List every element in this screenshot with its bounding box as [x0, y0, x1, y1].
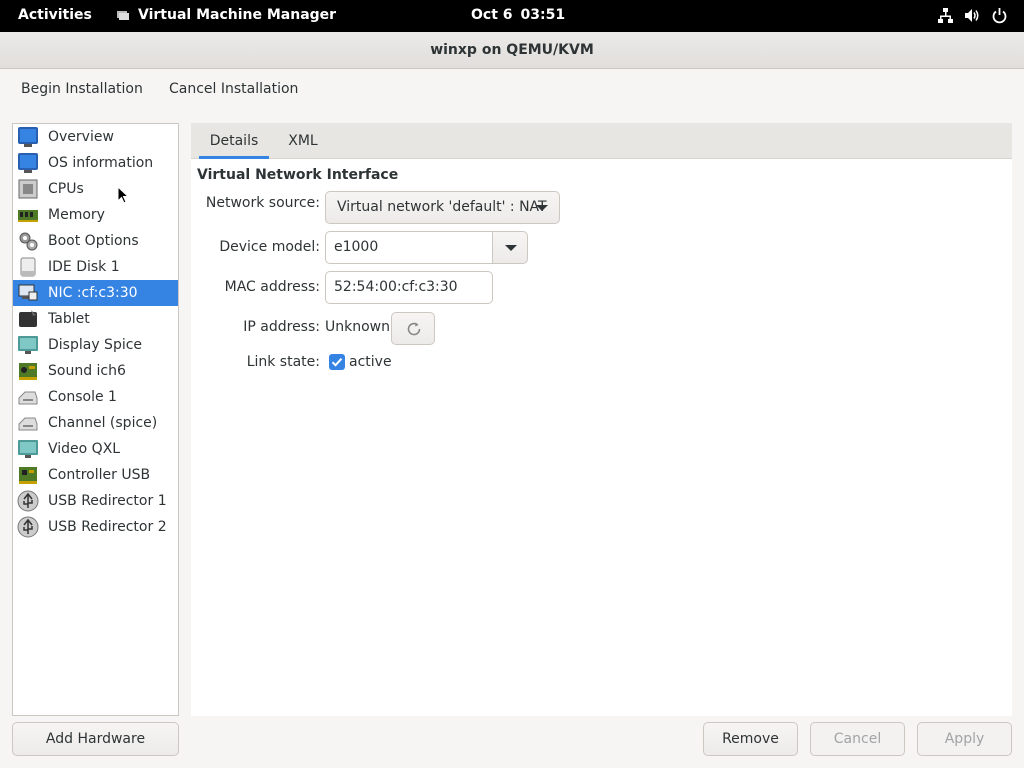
details-panel: Details XML Virtual Network Interface Ne… [191, 123, 1012, 716]
hardware-item-label: USB Redirector 1 [48, 493, 167, 509]
hardware-item-nic[interactable]: NIC :cf:c3:30 [13, 280, 178, 306]
hardware-item-label: Console 1 [48, 389, 117, 405]
controller-icon [17, 464, 39, 486]
hardware-item-label: Video QXL [48, 441, 121, 457]
hardware-item-memory[interactable]: Memory [13, 202, 178, 228]
window-title: winxp on QEMU/KVM [430, 42, 594, 58]
power-icon [991, 7, 1008, 24]
mac-address-label: MAC address: [224, 279, 320, 295]
device-model-dropdown-button[interactable] [492, 231, 528, 264]
disk-icon [17, 256, 39, 278]
hardware-item-cpus[interactable]: CPUs [13, 176, 178, 202]
hardware-item-overview[interactable]: Overview [13, 124, 178, 150]
cancel-installation-button[interactable]: Cancel Installation [169, 81, 298, 97]
hardware-item-boot-options[interactable]: Boot Options [13, 228, 178, 254]
device-model-label: Device model: [219, 239, 320, 255]
section-title: Virtual Network Interface [197, 167, 399, 183]
hardware-item-os-information[interactable]: OS information [13, 150, 178, 176]
hardware-item-label: CPUs [48, 181, 84, 197]
gears-icon [17, 230, 39, 252]
serial-icon [17, 412, 39, 434]
device-model-input[interactable]: e1000 [325, 231, 493, 264]
network-card-icon [17, 282, 39, 304]
hardware-item-label: Channel (spice) [48, 415, 158, 431]
volume-icon [964, 7, 981, 24]
tab-bar: Details XML [191, 123, 1012, 159]
tablet-icon [17, 308, 39, 330]
link-state-value[interactable]: active [349, 354, 392, 370]
ip-address-label: IP address: [243, 319, 320, 335]
remove-button[interactable]: Remove [703, 722, 798, 756]
hardware-list: Overview OS information CPUs Memory Boot… [12, 123, 179, 716]
tab-xml[interactable]: XML [277, 123, 329, 159]
hardware-item-usb-redirector-1[interactable]: USB Redirector 1 [13, 488, 178, 514]
network-source-dropdown[interactable]: Virtual network 'default' : NAT [325, 191, 560, 224]
usb-icon [17, 490, 39, 512]
hardware-item-label: OS information [48, 155, 154, 171]
hardware-item-label: Overview [48, 129, 114, 145]
link-state-label: Link state: [246, 354, 320, 370]
hardware-item-label: Memory [48, 207, 105, 223]
hardware-item-label: IDE Disk 1 [48, 259, 120, 275]
hardware-item-video-qxl[interactable]: Video QXL [13, 436, 178, 462]
network-source-label: Network source: [205, 195, 320, 211]
hardware-item-tablet[interactable]: Tablet [13, 306, 178, 332]
apply-button[interactable]: Apply [917, 722, 1012, 756]
serial-icon [17, 386, 39, 408]
refresh-icon [405, 320, 423, 338]
hardware-item-label: Sound ich6 [48, 363, 126, 379]
toolbar: Begin Installation Cancel Installation [0, 69, 1024, 115]
monitor-icon [17, 126, 39, 148]
system-tray[interactable] [937, 7, 1008, 24]
hardware-item-usb-redirector-2[interactable]: USB Redirector 2 [13, 514, 178, 540]
dropdown-arrow-icon [536, 205, 548, 211]
display-icon [17, 334, 39, 356]
gnome-top-bar: Activities Virtual Machine Manager Oct 6… [0, 0, 1024, 32]
checkmark-icon [331, 358, 343, 367]
clock-time: 03:51 [520, 7, 566, 23]
activities-button[interactable]: Activities [18, 7, 92, 23]
mouse-pointer-icon [117, 185, 130, 204]
monitor-icon [17, 152, 39, 174]
hardware-item-controller-usb[interactable]: Controller USB [13, 462, 178, 488]
app-icon [116, 9, 130, 21]
tab-details[interactable]: Details [199, 123, 269, 159]
app-name: Virtual Machine Manager [138, 7, 337, 23]
hardware-item-label: Tablet [48, 311, 90, 327]
begin-installation-button[interactable]: Begin Installation [21, 81, 143, 97]
ip-address-value: Unknown [325, 319, 390, 335]
memory-icon [17, 204, 39, 226]
hardware-item-label: Display Spice [48, 337, 143, 353]
hardware-item-label: USB Redirector 2 [48, 519, 167, 535]
hardware-item-ide-disk-1[interactable]: IDE Disk 1 [13, 254, 178, 280]
hardware-item-channel-spice[interactable]: Channel (spice) [13, 410, 178, 436]
clock[interactable]: Oct 6 03:51 [471, 7, 565, 23]
hardware-item-display-spice[interactable]: Display Spice [13, 332, 178, 358]
clock-date: Oct 6 [471, 7, 513, 23]
add-hardware-button[interactable]: Add Hardware [12, 722, 179, 756]
refresh-ip-button[interactable] [391, 312, 435, 345]
dropdown-arrow-icon [505, 245, 517, 251]
hardware-item-label: Boot Options [48, 233, 139, 249]
network-wired-icon [937, 7, 954, 24]
cancel-button[interactable]: Cancel [810, 722, 905, 756]
app-menu[interactable]: Virtual Machine Manager [116, 7, 336, 23]
cpu-icon [17, 178, 39, 200]
link-state-checkbox[interactable] [329, 354, 345, 370]
usb-icon [17, 516, 39, 538]
window-title-bar: winxp on QEMU/KVM [0, 32, 1024, 69]
hardware-item-label: Controller USB [48, 467, 151, 483]
mac-address-field[interactable]: 52:54:00:cf:c3:30 [325, 271, 493, 304]
sound-card-icon [17, 360, 39, 382]
hardware-item-console-1[interactable]: Console 1 [13, 384, 178, 410]
display-icon [17, 438, 39, 460]
hardware-item-sound-ich6[interactable]: Sound ich6 [13, 358, 178, 384]
hardware-item-label: NIC :cf:c3:30 [48, 285, 138, 301]
network-source-value: Virtual network 'default' : NAT [337, 199, 547, 215]
